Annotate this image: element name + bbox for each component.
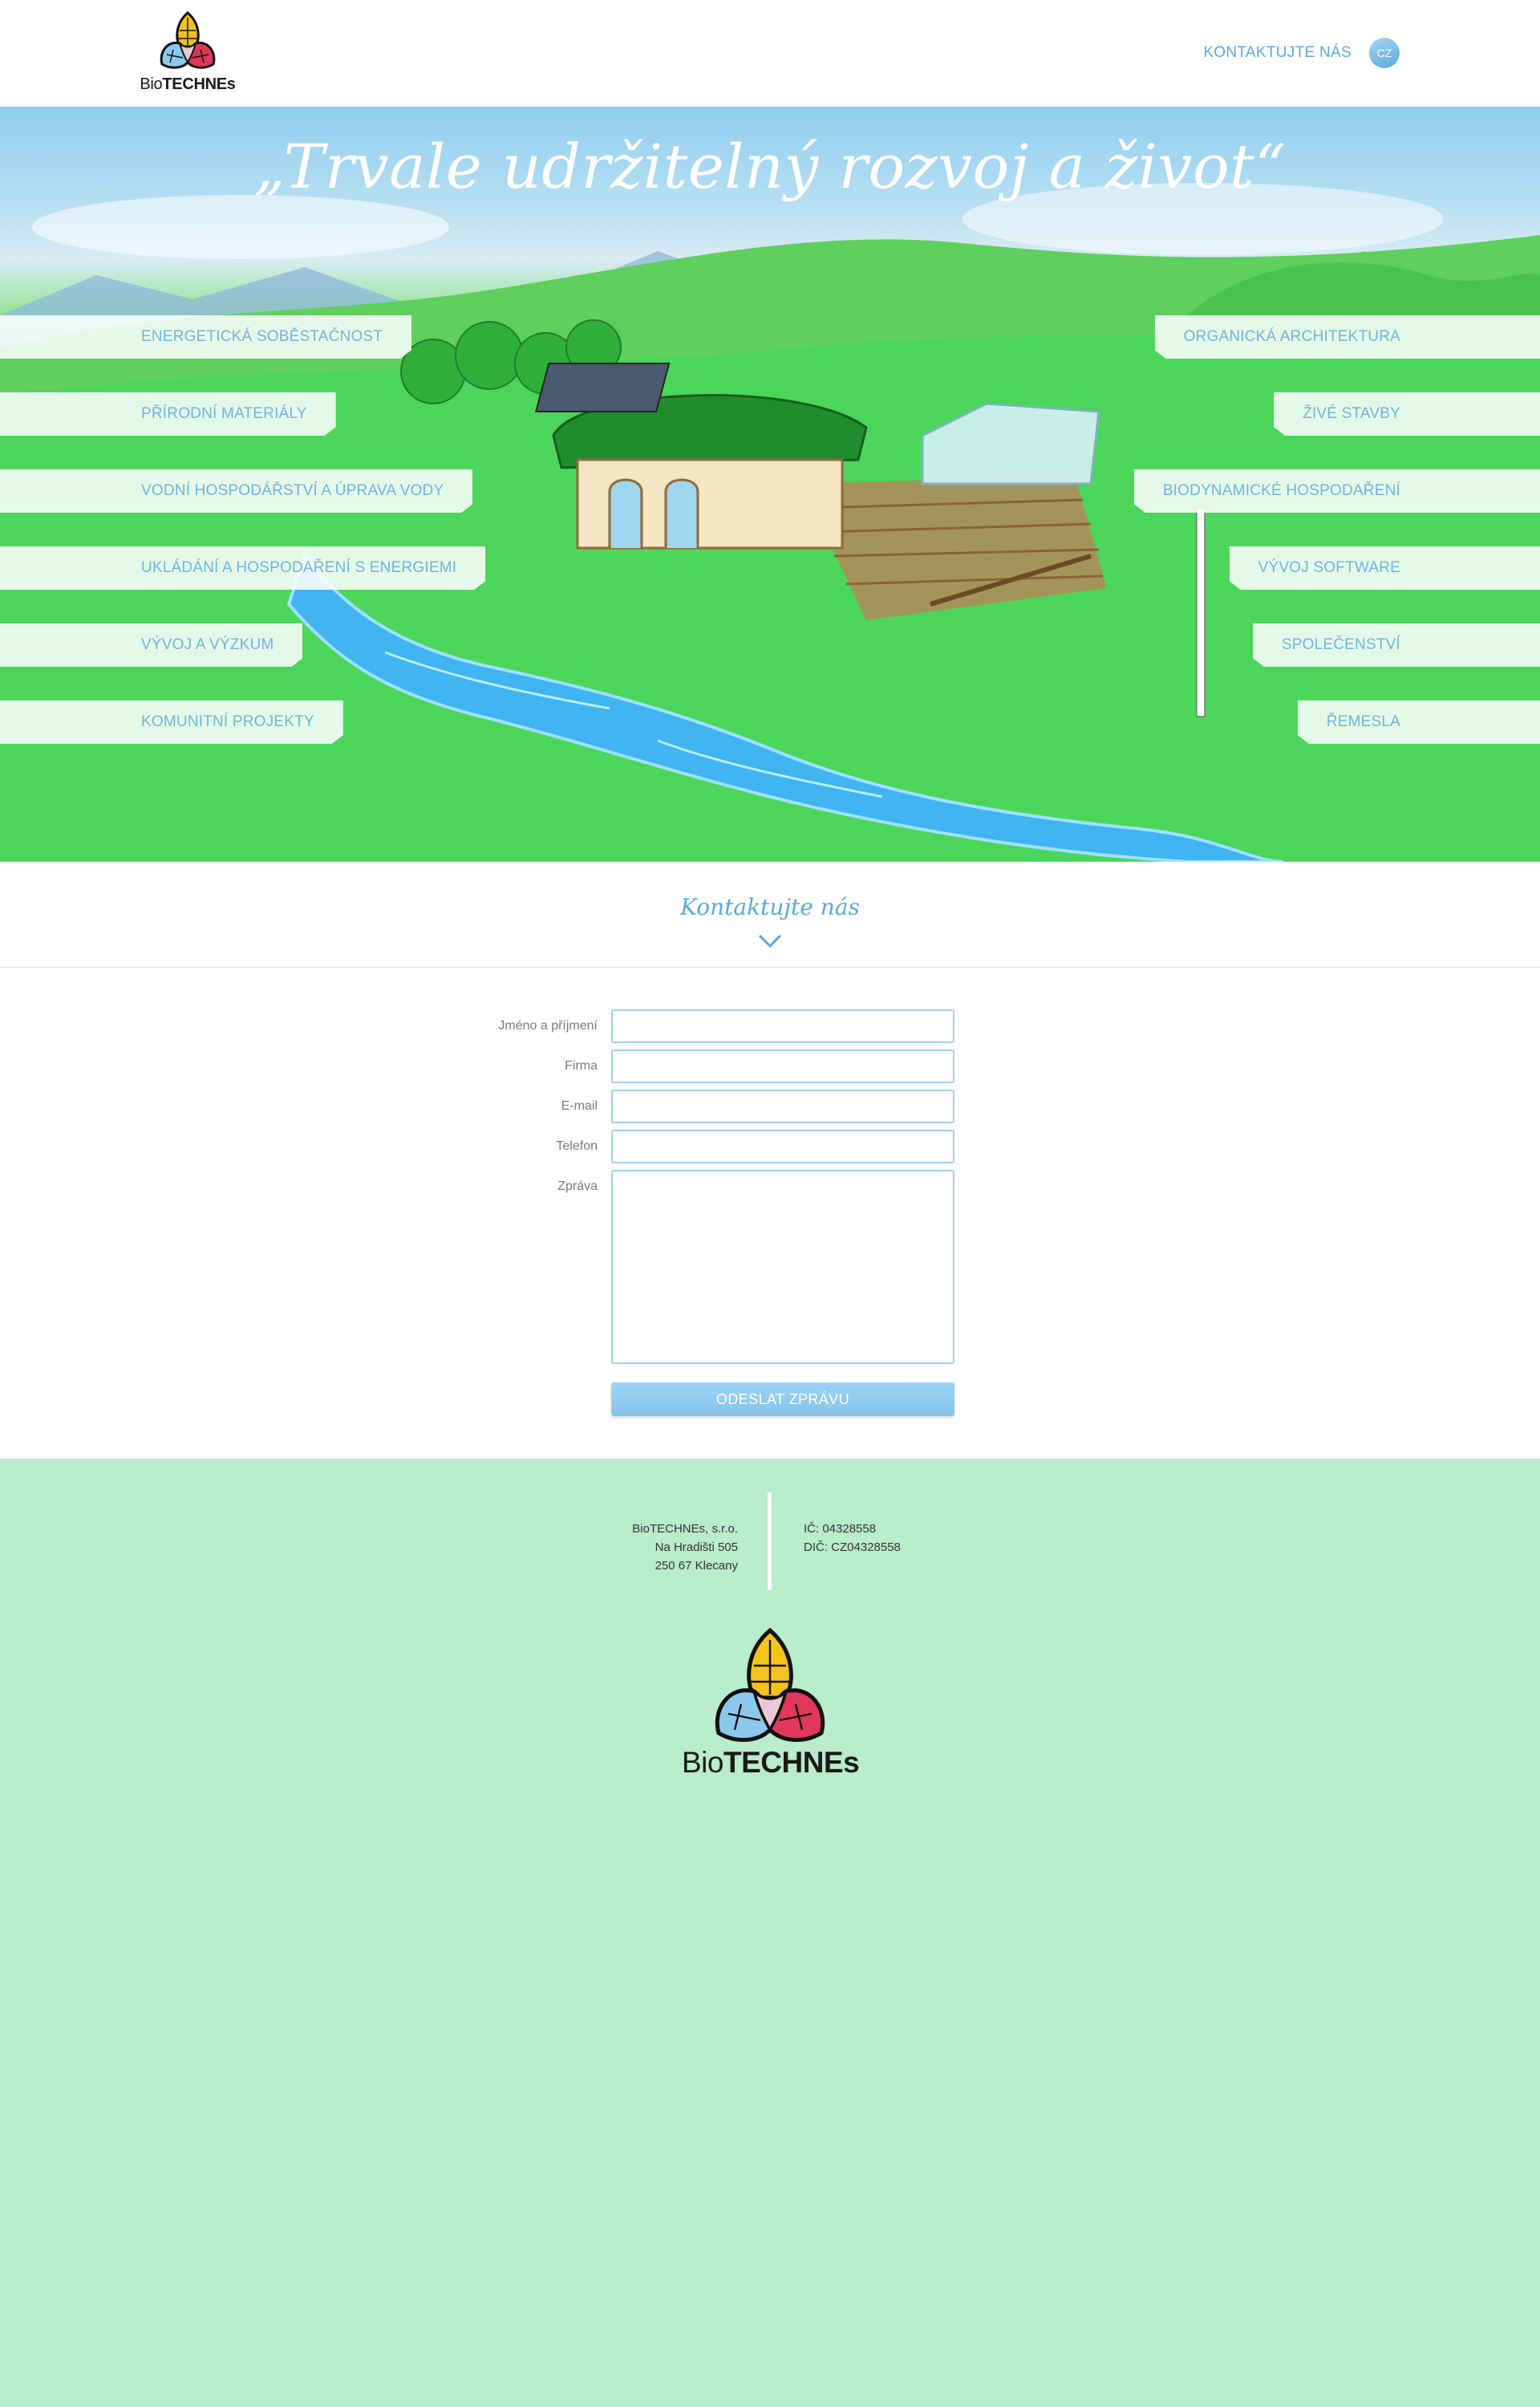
company-address: BioTECHNEs, s.r.o. Na Hradišti 505 250 6… (578, 1520, 738, 1575)
site-header: BioTECHNEs KONTAKTUJTE NÁS CZ (0, 0, 1540, 107)
tag-community[interactable]: SPOLEČENSTVÍ (1252, 623, 1540, 667)
logo-icon (715, 1627, 825, 1743)
company-field[interactable] (611, 1049, 954, 1083)
company-ids: IČ: 04328558 DIČ: CZ04328558 (804, 1520, 901, 1557)
company-label: Firma (565, 1059, 598, 1073)
footer-logo: BioTECHNEs (682, 1627, 860, 1779)
company-id: IČ: 04328558 (804, 1522, 877, 1536)
company-vat-id: DIČ: CZ04328558 (804, 1540, 901, 1554)
phone-label: Telefon (556, 1139, 598, 1153)
hero-section: „Trvale udržitelný rozvoj a život“ ENERG… (0, 107, 1540, 862)
address-line: Na Hradišti 505 (654, 1540, 738, 1554)
tag-crafts[interactable]: ŘEMESLA (1297, 700, 1540, 744)
tag-energy-storage[interactable]: UKLÁDÁNÍ A HOSPODAŘENÍ S ENERGIEMI (0, 546, 485, 590)
email-label: E-mail (561, 1099, 598, 1113)
language-switch[interactable]: CZ (1369, 38, 1400, 68)
phone-field[interactable] (611, 1130, 954, 1163)
tag-software-development[interactable]: VÝVOJ SOFTWARE (1229, 546, 1540, 590)
site-logo[interactable]: BioTECHNEs (138, 10, 237, 96)
address-line: 250 67 Klecany (654, 1559, 738, 1573)
tag-community-projects[interactable]: KOMUNITNÍ PROJEKTY (0, 700, 343, 744)
chevron-down-icon[interactable] (758, 934, 782, 948)
tag-energy-self-sufficiency[interactable]: ENERGETICKÁ SOBĚSTAČNOST (0, 315, 411, 359)
message-field[interactable] (611, 1170, 954, 1364)
footer-divider (768, 1492, 772, 1590)
address-line: BioTECHNEs, s.r.o. (632, 1522, 738, 1536)
tag-biodynamic-farming[interactable]: BIODYNAMICKÉ HOSPODAŘENÍ (1133, 469, 1540, 513)
contact-form: Jméno a příjmení Firma E-mail Telefon Zp… (0, 968, 1540, 1459)
name-label: Jméno a příjmení (498, 1019, 598, 1033)
site-footer: BioTECHNEs, s.r.o. Na Hradišti 505 250 6… (0, 1459, 1540, 2407)
tag-living-buildings[interactable]: ŽIVÉ STAVBY (1274, 392, 1540, 436)
contact-heading-section: Kontaktujte nás (0, 862, 1540, 968)
tag-water-management[interactable]: VODNÍ HOSPODÁŘSTVÍ A ÚPRAVA VODY (0, 469, 472, 513)
hero-title: „Trvale udržitelný rozvoj a život“ (253, 131, 1287, 202)
logo-icon (160, 11, 216, 69)
email-field[interactable] (611, 1090, 954, 1123)
footer-logo-wordmark: BioTECHNEs (682, 1746, 860, 1779)
tag-research-development[interactable]: VÝVOJ A VÝZKUM (0, 623, 302, 667)
message-label: Zpráva (557, 1179, 598, 1193)
logo-wordmark: BioTECHNEs (140, 75, 236, 93)
contact-heading: Kontaktujte nás (680, 894, 860, 920)
tag-organic-architecture[interactable]: ORGANICKÁ ARCHITEKTURA (1154, 315, 1540, 359)
tag-natural-materials[interactable]: PŘÍRODNÍ MATERIÁLY (0, 392, 336, 436)
name-field[interactable] (611, 1009, 954, 1043)
send-message-button[interactable]: ODESLAT ZPRÁVU (611, 1382, 954, 1416)
contact-us-link[interactable]: KONTAKTUJTE NÁS (1203, 44, 1352, 62)
